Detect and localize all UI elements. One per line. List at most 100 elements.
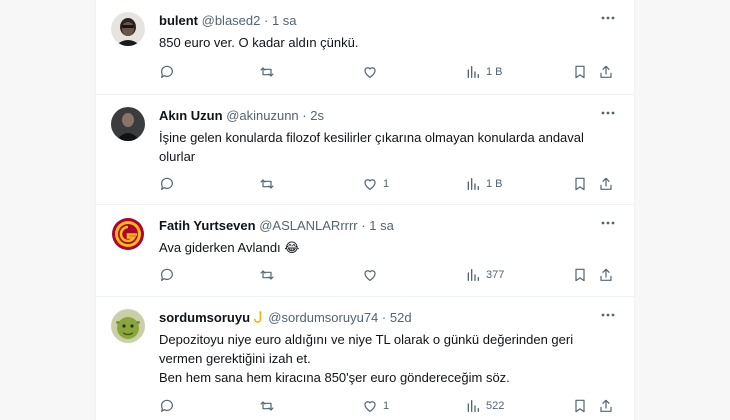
avatar[interactable] <box>111 217 145 251</box>
share-icon <box>600 268 612 281</box>
tweet-text-line: İşine gelen konularda filozof kesilirler… <box>159 130 584 145</box>
retweet-button[interactable] <box>259 266 280 284</box>
action-bar: 1 1 B <box>159 175 629 193</box>
timestamp[interactable]: 1 sa <box>369 218 394 233</box>
author-name[interactable]: Fatih Yurtseven <box>159 218 256 233</box>
bookmark-icon <box>575 399 585 413</box>
share-button[interactable] <box>598 397 614 415</box>
retweet-button[interactable] <box>259 397 280 415</box>
action-bar: 1 B <box>159 63 629 81</box>
timestamp[interactable]: 1 sa <box>272 13 297 28</box>
tweet-header: Fatih Yurtseven @ASLANLARrrrr · 1 sa <box>159 218 394 234</box>
views-chart-icon <box>467 178 479 190</box>
tweet-text-line: Ben hem sana hem kiracına 850'şer euro g… <box>159 370 510 385</box>
share-icon <box>600 65 612 78</box>
reply-button[interactable] <box>159 266 180 284</box>
views-button[interactable]: 377 <box>465 266 504 284</box>
views-count: 522 <box>486 400 505 412</box>
tweet-text-line: Ava giderken Avlandı 😂 <box>159 240 300 255</box>
retweet-icon <box>260 179 274 189</box>
tweet-text: 850 euro ver. O kadar aldın çünkü. <box>159 33 619 52</box>
akin-uzun-avatar-icon <box>111 107 145 141</box>
like-count: 1 <box>383 400 390 412</box>
timestamp[interactable]: 52d <box>390 310 412 325</box>
separator-dot: · <box>361 218 366 233</box>
author-name[interactable]: Akın Uzun <box>159 108 223 123</box>
tweet-item[interactable]: Fatih Yurtseven @ASLANLARrrrr · 1 sa Ava… <box>96 205 634 297</box>
bookmark-button[interactable] <box>572 397 588 415</box>
tweet-item[interactable]: sordumsoruyu @sordumsoruyu74 · 52d Depoz… <box>96 297 634 420</box>
views-button[interactable]: 522 <box>465 397 504 415</box>
author-name[interactable]: bulent <box>159 13 198 28</box>
reply-icon <box>161 399 173 412</box>
reply-button[interactable] <box>159 397 180 415</box>
tweet-item[interactable]: bulent @blased2 · 1 sa 850 euro ver. O k… <box>96 0 634 95</box>
tweet-text: Depozitoyu niye euro aldığını ve niye TL… <box>159 330 619 387</box>
author-handle[interactable]: @akinuzunn <box>226 108 298 123</box>
tweet-header: bulent @blased2 · 1 sa <box>159 13 297 29</box>
shrek-avatar-icon <box>111 309 145 343</box>
tweet-text-line: vermen gerektiğini izah et. <box>159 351 311 366</box>
reply-icon <box>161 268 173 281</box>
more-options-icon[interactable] <box>598 307 618 323</box>
avatar[interactable] <box>111 309 145 343</box>
more-options-icon[interactable] <box>598 215 618 231</box>
share-icon <box>600 177 612 190</box>
views-chart-icon <box>467 400 479 412</box>
like-button[interactable] <box>362 266 383 284</box>
heart-icon <box>364 179 376 190</box>
author-name[interactable]: sordumsoruyu <box>159 310 250 325</box>
bookmark-icon <box>575 65 585 79</box>
reply-icon <box>161 177 173 190</box>
more-options-icon[interactable] <box>598 105 618 121</box>
tweet-text-line: Depozitoyu niye euro aldığını ve niye TL… <box>159 332 574 347</box>
galatasaray-logo-icon <box>111 217 145 251</box>
tweet-text: İşine gelen konularda filozof kesilirler… <box>159 128 619 166</box>
reply-button[interactable] <box>159 63 180 81</box>
views-count: 1 B <box>486 66 503 78</box>
separator-dot: · <box>264 13 269 28</box>
retweet-button[interactable] <box>259 175 280 193</box>
avatar[interactable] <box>111 107 145 141</box>
tweet-text-line: olurlar <box>159 149 196 164</box>
separator-dot: · <box>302 108 307 123</box>
tweet-text-line: 850 euro ver. O kadar aldın çünkü. <box>159 35 359 50</box>
views-button[interactable]: 1 B <box>465 63 503 81</box>
bookmark-button[interactable] <box>572 266 588 284</box>
retweet-icon <box>260 270 274 280</box>
tweet-header: Akın Uzun @akinuzunn · 2s <box>159 108 324 124</box>
tweet-text: Ava giderken Avlandı 😂 <box>159 238 619 257</box>
bookmark-button[interactable] <box>572 63 588 81</box>
like-button[interactable]: 1 <box>362 397 389 415</box>
retweet-icon <box>260 67 274 77</box>
bookmark-icon <box>575 268 585 282</box>
bookmark-button[interactable] <box>572 175 588 193</box>
like-count: 1 <box>383 178 390 190</box>
like-button[interactable] <box>362 63 383 81</box>
views-count: 377 <box>486 269 505 281</box>
retweet-button[interactable] <box>259 63 280 81</box>
timestamp[interactable]: 2s <box>310 108 324 123</box>
more-options-icon[interactable] <box>598 10 618 26</box>
heart-icon <box>364 401 376 412</box>
avatar[interactable] <box>111 12 145 46</box>
views-chart-icon <box>467 66 479 78</box>
reply-button[interactable] <box>159 175 180 193</box>
like-button[interactable]: 1 <box>362 175 389 193</box>
author-handle[interactable]: @sordumsoruyu74 <box>268 310 378 325</box>
views-button[interactable]: 1 B <box>465 175 503 193</box>
share-button[interactable] <box>598 63 614 81</box>
reply-icon <box>161 65 173 78</box>
hook-icon <box>253 311 265 328</box>
share-button[interactable] <box>598 175 614 193</box>
separator-dot: · <box>381 310 387 325</box>
author-handle[interactable]: @blased2 <box>202 13 261 28</box>
share-button[interactable] <box>598 266 614 284</box>
share-icon <box>600 399 612 412</box>
views-chart-icon <box>467 269 479 281</box>
tweet-item[interactable]: Akın Uzun @akinuzunn · 2s İşine gelen ko… <box>96 95 634 205</box>
views-count: 1 B <box>486 178 503 190</box>
heart-icon <box>364 270 376 281</box>
author-handle[interactable]: @ASLANLARrrrr <box>259 218 357 233</box>
action-bar: 377 <box>159 266 629 284</box>
